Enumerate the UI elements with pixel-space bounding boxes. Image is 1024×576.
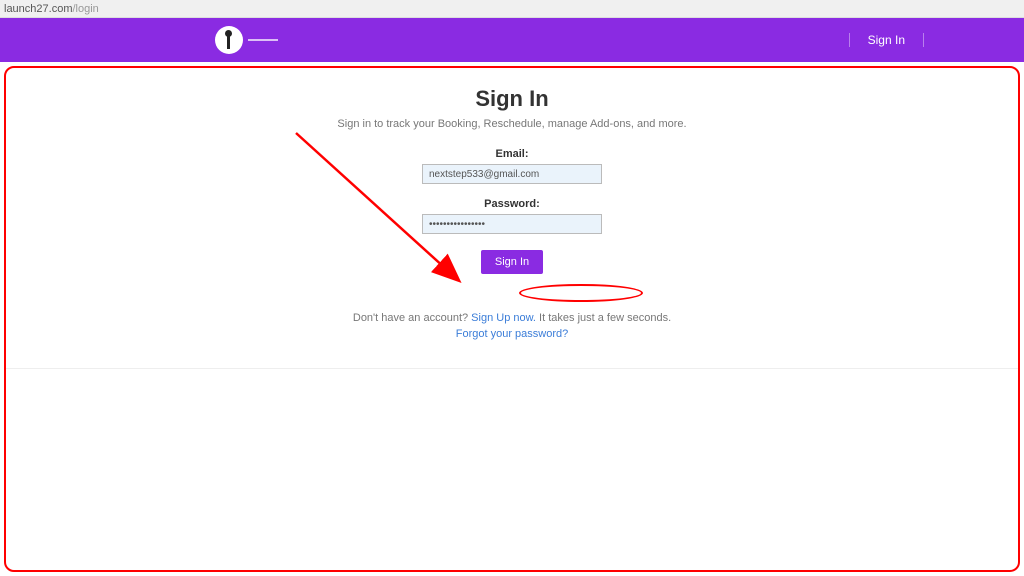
top-nav: Sign In <box>0 18 1024 62</box>
nav-sign-in-link[interactable]: Sign In <box>849 33 924 47</box>
divider <box>6 368 1018 369</box>
sign-up-link[interactable]: Sign Up now. <box>471 312 536 324</box>
sign-in-panel: Sign In Sign in to track your Booking, R… <box>6 78 1018 369</box>
logo-icon <box>215 26 243 54</box>
sign-in-button[interactable]: Sign In <box>481 250 543 274</box>
signup-prefix: Don't have an account? <box>353 312 471 324</box>
email-label: Email: <box>495 148 528 160</box>
password-label: Password: <box>484 198 540 210</box>
signup-suffix: It takes just a few seconds. <box>536 312 671 324</box>
password-input[interactable] <box>422 214 602 234</box>
page-title: Sign In <box>6 86 1018 112</box>
forgot-password-line: Forgot your password? <box>6 328 1018 340</box>
annotation-circle <box>519 284 643 302</box>
password-field-block: Password: <box>6 198 1018 234</box>
annotation-highlight-box: Sign In Sign in to track your Booking, R… <box>4 66 1020 572</box>
email-field-block: Email: <box>6 148 1018 184</box>
forgot-password-link[interactable]: Forgot your password? <box>456 328 569 340</box>
url-path: /login <box>73 3 99 15</box>
browser-address-bar: launch27.com/login <box>0 0 1024 18</box>
email-input[interactable] <box>422 164 602 184</box>
browser-url: launch27.com/login <box>4 3 99 15</box>
url-domain: launch27.com <box>4 3 73 15</box>
brand-logo[interactable] <box>215 26 283 54</box>
page-subtitle: Sign in to track your Booking, Reschedul… <box>6 118 1018 130</box>
logo-arrow-icon <box>248 37 283 43</box>
signup-prompt: Don't have an account? Sign Up now. It t… <box>6 312 1018 324</box>
